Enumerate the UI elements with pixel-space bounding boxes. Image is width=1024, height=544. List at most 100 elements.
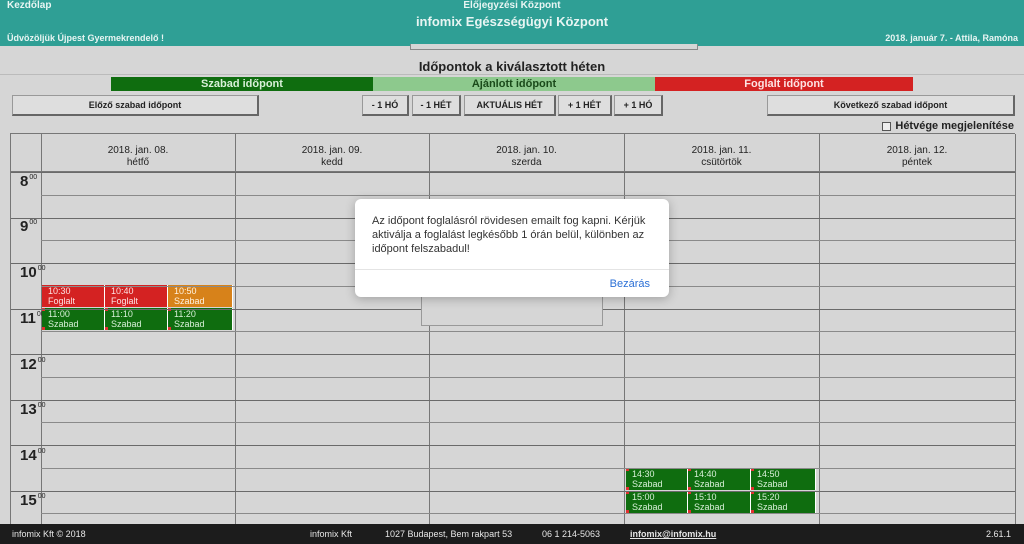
slot-mon-1040[interactable]: 10:40 Foglalt időpont [105,285,168,316]
day-header: 2018. jan. 12. péntek [819,134,1016,172]
header-tab [410,44,698,50]
slot-time: 11:10 [111,309,133,319]
footer-company: infomix Kft [310,529,353,539]
weekend-toggle[interactable]: Hétvége megjelenítése [882,120,1014,132]
slot-mon-1100[interactable]: 11:00 Szabad [42,308,105,330]
app-header: Kezdőlap Előjegyzési Központ infomix Egé… [0,0,1024,46]
slot-status: Szabad [694,479,725,489]
slot-time: 11:00 [48,309,70,319]
slot-time: 11:20 [174,309,196,319]
plus-month-button[interactable]: + 1 HÓ [614,95,663,116]
hour-label-8: 800 [20,173,38,190]
day-date: 2018. jan. 11. [691,145,752,156]
day-date: 2018. jan. 09. [301,145,363,156]
slot-time: 15:10 [694,492,717,502]
slot-time: 10:50 [174,286,197,296]
grid-row-line [41,468,1015,469]
day-header: 2018. jan. 10. szerda [429,134,625,172]
day-date: 2018. jan. 12. [886,145,948,156]
welcome-text: Üdvözöljük Újpest Gyermekrendelő ! [7,33,165,43]
legend-recommended: Ajánlott időpont [373,77,655,91]
footer-address: 1027 Budapest, Bem rakpart 53 [385,529,513,539]
slot-thu-1430[interactable]: 14:30 Szabad [626,468,688,490]
slot-thu-1520[interactable]: 15:20 Szabad [751,491,816,513]
grid-row-line [11,172,1015,173]
hour-label-11: 1100 [20,310,45,327]
footer-copyright: infomix Kft © 2018 [12,529,86,539]
column-divider [429,134,430,525]
slot-time: 10:30 [48,286,71,296]
minus-week-button[interactable]: - 1 HÉT [412,95,461,116]
slot-status: Szabad [632,479,663,489]
hour-label-14: 1400 [20,447,46,464]
booking-info-dialog: Az időpont foglalásról rövidesen emailt … [355,199,669,297]
slot-thu-1450[interactable]: 14:50 Szabad [751,468,816,490]
next-free-button[interactable]: Következő szabad időpont [767,95,1015,116]
current-week-button[interactable]: AKTUÁLIS HÉT [464,95,556,116]
plus-week-button[interactable]: + 1 HÉT [558,95,612,116]
day-name: szerda [511,157,542,168]
slot-thu-1510[interactable]: 15:10 Szabad [688,491,751,513]
slot-mon-1030[interactable]: 10:30 Foglalt időpont [42,285,105,316]
column-divider [624,134,625,525]
grid-row-line [11,400,1015,401]
slot-status: Szabad [694,502,725,512]
column-divider [235,134,236,525]
corner-cell [11,134,42,172]
day-header: 2018. jan. 09. kedd [235,134,430,172]
footer-version: 2.61.1 [986,529,1012,539]
day-name: csütörtök [701,157,742,168]
dialog-divider [355,269,669,270]
slot-status: Szabad [48,319,79,329]
hour-label-12: 1200 [20,356,46,373]
grid-row-line [41,422,1015,423]
footer: infomix Kft © 2018 infomix Kft 1027 Buda… [0,524,1024,544]
hour-label-13: 1300 [20,401,46,418]
slot-mon-1110[interactable]: 11:10 Szabad [105,308,168,330]
weekend-checkbox[interactable] [882,121,892,131]
grid-row-line [41,377,1015,378]
dropdown-remnant [421,294,603,326]
close-button[interactable]: Bezárás [610,278,650,290]
slot-mon-1050[interactable]: 10:50 Szabad [168,285,233,307]
grid-row-line [41,513,1015,514]
column-divider [1015,134,1016,525]
slot-mon-1120[interactable]: 11:20 Szabad [168,308,233,330]
grid-row-line [41,195,1015,196]
slot-time: 15:20 [757,492,780,502]
hour-label-10: 1000 [20,264,46,281]
slot-thu-1500[interactable]: 15:00 Szabad [626,491,688,513]
slot-time: 14:40 [694,469,717,479]
day-header: 2018. jan. 11. csütörtök [624,134,820,172]
slot-status: Szabad [632,502,663,512]
slot-time: 15:00 [632,492,655,502]
calendar-grid: 2018. jan. 08. hétfő 2018. jan. 09. kedd… [10,133,1016,525]
legend-free: Szabad időpont [111,77,373,91]
footer-phone: 06 1 214-5063 [542,529,601,539]
header-subtitle: Előjegyzési Központ [463,0,561,11]
hour-label-15: 1500 [20,492,46,509]
minus-month-button[interactable]: - 1 HÓ [362,95,409,116]
dialog-message: Az időpont foglalásról rövidesen emailt … [372,215,646,255]
slot-time: 10:40 [111,286,134,296]
slot-time: 14:50 [757,469,780,479]
slot-status: Szabad [174,296,205,306]
grid-row-line [11,491,1015,492]
footer-email-link[interactable]: infomix@infomix.hu [630,524,716,544]
slot-status: Szabad [174,319,205,329]
prev-free-button[interactable]: Előző szabad időpont [12,95,259,116]
hour-label-9: 900 [20,218,38,235]
day-name: hétfő [126,157,150,168]
weekend-label: Hétvége megjelenítése [895,120,1014,132]
legend-busy: Foglalt időpont [655,77,913,91]
header-title: infomix Egészségügyi Központ [415,14,609,29]
grid-row-line [11,445,1015,446]
grid-row-line [41,331,1015,332]
slot-thu-1440[interactable]: 14:40 Szabad [688,468,751,490]
user-info: 2018. január 7. - Attila, Ramóna [885,33,1018,43]
day-name: péntek [901,157,933,168]
slot-status: Szabad [757,479,788,489]
week-title: Időpontok a kiválasztott héten [418,59,606,74]
day-header: 2018. jan. 08. hétfő [41,134,236,172]
slot-status: Szabad [757,502,788,512]
